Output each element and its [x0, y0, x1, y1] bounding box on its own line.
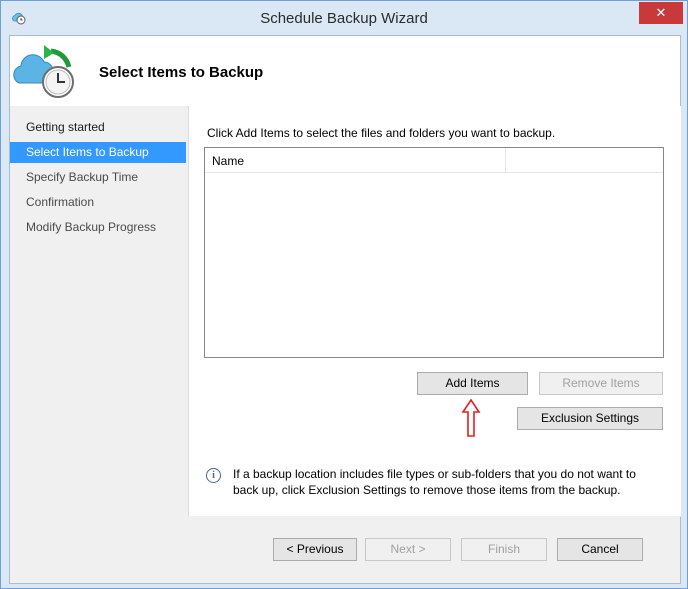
steps-sidebar: Getting started Select Items to Backup S… [10, 106, 188, 583]
wizard-header: Select Items to Backup [10, 36, 680, 106]
step-modify-backup-progress[interactable]: Modify Backup Progress [10, 217, 186, 238]
items-list[interactable]: Name [204, 147, 664, 358]
wizard-body: Getting started Select Items to Backup S… [10, 106, 681, 583]
wizard-client-area: Select Items to Backup Getting started S… [9, 35, 681, 584]
previous-button[interactable]: < Previous [273, 538, 357, 561]
wizard-footer: < Previous Next > Finish Cancel [188, 516, 680, 583]
remove-items-button[interactable]: Remove Items [539, 372, 663, 395]
content-panel: Click Add Items to select the files and … [188, 106, 681, 517]
title-bar[interactable]: Schedule Backup Wizard ✕ [1, 1, 687, 35]
window-title: Schedule Backup Wizard [260, 10, 428, 27]
instruction-text: Click Add Items to select the files and … [207, 126, 556, 140]
cancel-button[interactable]: Cancel [557, 538, 643, 561]
step-getting-started[interactable]: Getting started [10, 117, 186, 138]
step-confirmation[interactable]: Confirmation [10, 192, 186, 213]
column-divider[interactable] [505, 148, 506, 172]
info-icon: i [206, 468, 221, 483]
red-up-arrow-icon [461, 398, 481, 440]
info-text: If a backup location includes file types… [233, 467, 636, 497]
close-button[interactable]: ✕ [639, 2, 683, 24]
close-icon: ✕ [655, 5, 667, 20]
exclusion-settings-button[interactable]: Exclusion Settings [517, 407, 663, 430]
cloud-clock-backup-icon [11, 43, 75, 104]
wizard-window: Schedule Backup Wizard ✕ Select Items to… [0, 0, 688, 589]
finish-button[interactable]: Finish [461, 538, 547, 561]
page-title: Select Items to Backup [99, 64, 264, 81]
step-specify-backup-time[interactable]: Specify Backup Time [10, 167, 186, 188]
add-items-button[interactable]: Add Items [417, 372, 528, 395]
next-button[interactable]: Next > [365, 538, 451, 561]
column-header-name[interactable]: Name [212, 154, 244, 168]
list-header: Name [205, 148, 663, 173]
step-select-items[interactable]: Select Items to Backup [10, 142, 186, 163]
